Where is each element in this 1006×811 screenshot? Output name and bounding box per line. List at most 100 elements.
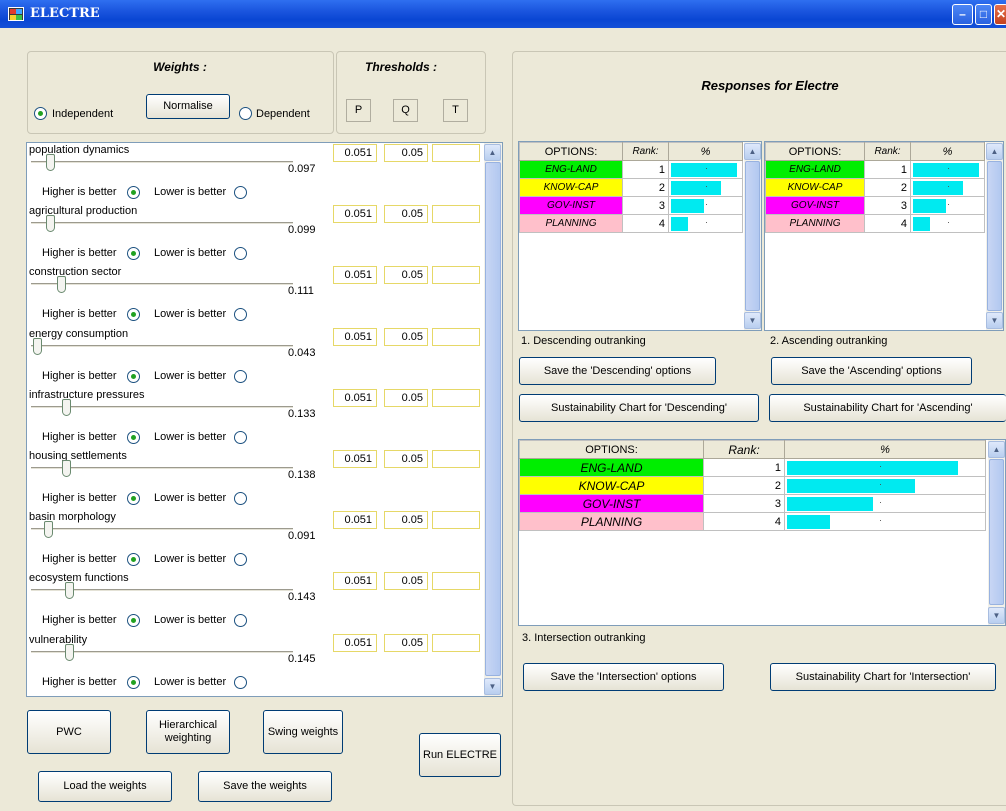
scroll-up-icon[interactable]: ▲ xyxy=(744,143,761,160)
criteria-scrollbar[interactable]: ▲ ▼ xyxy=(484,143,502,696)
threshold-p-input[interactable]: 0.051 xyxy=(333,388,377,407)
rank-value[interactable]: 1 xyxy=(864,160,911,179)
scroll-up-icon[interactable]: ▲ xyxy=(484,144,501,161)
swing-weights-button[interactable]: Swing weights xyxy=(263,710,343,754)
minimize-icon[interactable]: – xyxy=(952,4,973,25)
ascending-grid[interactable]: OPTIONS: Rank:% ENG-LAND 1 · KNOW-CAP 2 · GOV-IN… xyxy=(764,141,1004,331)
weight-slider-track[interactable] xyxy=(31,222,293,226)
threshold-q-input[interactable]: 0.05 xyxy=(384,327,428,346)
higher-is-better-radio[interactable] xyxy=(127,186,140,199)
ascending-scrollbar[interactable]: ▲ ▼ xyxy=(986,142,1003,330)
lower-is-better-radio[interactable] xyxy=(234,614,247,628)
threshold-p-input[interactable]: 0.051 xyxy=(333,266,377,285)
grid-row[interactable]: PLANNING 4 · xyxy=(765,214,985,233)
run-electre-button[interactable]: Run ELECTRE xyxy=(419,733,501,777)
threshold-p-input[interactable]: 0.051 xyxy=(333,144,377,162)
dependent-radio[interactable] xyxy=(239,107,252,120)
scroll-thumb[interactable] xyxy=(745,161,760,311)
scroll-thumb[interactable] xyxy=(987,161,1002,311)
lower-is-better-radio[interactable] xyxy=(234,308,247,322)
lower-is-better-radio[interactable] xyxy=(234,492,247,505)
rank-value[interactable]: 4 xyxy=(864,214,911,233)
threshold-p-input[interactable]: 0.051 xyxy=(333,205,377,224)
rank-value[interactable]: 1 xyxy=(622,160,669,179)
lower-is-better-radio[interactable] xyxy=(234,186,247,199)
grid-row[interactable]: GOV-INST 3 · xyxy=(765,196,985,215)
threshold-p-input[interactable]: 0.051 xyxy=(333,327,377,346)
threshold-q-input[interactable]: 0.05 xyxy=(384,633,428,652)
rank-value[interactable]: 4 xyxy=(622,214,669,233)
criteria-list[interactable]: population dynamics 0.097 0.051 0.05 Higher … xyxy=(26,142,503,697)
threshold-t-input[interactable] xyxy=(432,327,480,346)
grid-row[interactable]: ENG-LAND 1 · xyxy=(519,458,986,477)
chart-ascending-button[interactable]: Sustainability Chart for 'Ascending' xyxy=(769,394,1006,422)
higher-is-better-radio[interactable] xyxy=(127,430,140,444)
higher-is-better-radio[interactable] xyxy=(127,369,140,383)
save-ascending-button[interactable]: Save the 'Ascending' options xyxy=(771,357,972,385)
threshold-q-input[interactable]: 0.05 xyxy=(384,144,428,162)
scroll-down-icon[interactable]: ▼ xyxy=(744,312,761,329)
save-intersection-button[interactable]: Save the 'Intersection' options xyxy=(523,663,724,691)
threshold-p-input[interactable]: 0.051 xyxy=(333,450,377,468)
chart-descending-button[interactable]: Sustainability Chart for 'Descending' xyxy=(519,394,759,422)
weight-slider-thumb[interactable] xyxy=(46,154,56,171)
title-bar[interactable]: ELECTRE – □ ✕ xyxy=(0,0,1006,28)
higher-is-better-radio[interactable] xyxy=(127,675,140,689)
higher-is-better-radio[interactable] xyxy=(127,492,140,505)
threshold-t-input[interactable] xyxy=(432,633,480,652)
grid-row[interactable]: ENG-LAND 1 · xyxy=(765,160,985,179)
intersection-scrollbar[interactable]: ▲ ▼ xyxy=(988,440,1005,625)
scroll-up-icon[interactable]: ▲ xyxy=(986,143,1003,160)
grid-row[interactable]: GOV-INST 3 · xyxy=(519,494,986,513)
threshold-q-input[interactable]: 0.05 xyxy=(384,205,428,224)
weight-slider-track[interactable] xyxy=(31,528,293,532)
weight-slider-thumb[interactable] xyxy=(64,582,74,600)
lower-is-better-radio[interactable] xyxy=(234,247,247,261)
weight-slider-thumb[interactable] xyxy=(62,398,72,416)
weight-slider-track[interactable] xyxy=(31,283,293,287)
weight-slider-thumb[interactable] xyxy=(33,337,43,355)
lower-is-better-radio[interactable] xyxy=(234,675,247,689)
weight-slider-thumb[interactable] xyxy=(62,460,72,477)
higher-is-better-radio[interactable] xyxy=(127,308,140,322)
descending-grid[interactable]: OPTIONS: Rank:% ENG-LAND 1 · KNOW-CAP 2 · GOV-IN… xyxy=(518,141,762,331)
grid-row[interactable]: KNOW-CAP 2 · xyxy=(519,178,743,197)
threshold-t-input[interactable] xyxy=(432,266,480,285)
scroll-thumb[interactable] xyxy=(989,459,1004,605)
load-weights-button[interactable]: Load the weights xyxy=(38,771,172,802)
rank-value[interactable]: 2 xyxy=(703,476,785,495)
rank-value[interactable]: 2 xyxy=(864,178,911,197)
normalise-button[interactable]: Normalise xyxy=(146,94,230,119)
save-weights-button[interactable]: Save the weights xyxy=(198,771,332,802)
threshold-q-input[interactable]: 0.05 xyxy=(384,572,428,591)
rank-value[interactable]: 2 xyxy=(622,178,669,197)
weight-slider-thumb[interactable] xyxy=(56,276,66,294)
grid-row[interactable]: GOV-INST 3 · xyxy=(519,196,743,215)
threshold-q-input[interactable]: 0.05 xyxy=(384,450,428,468)
threshold-p-input[interactable]: 0.051 xyxy=(333,633,377,652)
weight-slider-thumb[interactable] xyxy=(43,521,53,539)
rank-value[interactable]: 4 xyxy=(703,512,785,531)
scroll-down-icon[interactable]: ▼ xyxy=(484,678,501,695)
intersection-grid[interactable]: OPTIONS: Rank:% ENG-LAND 1 · KNOW-CAP 2 · GOV-IN… xyxy=(518,439,1006,626)
rank-value[interactable]: 3 xyxy=(864,196,911,215)
pwc-button[interactable]: PWC xyxy=(27,710,111,754)
threshold-t-input[interactable] xyxy=(432,205,480,224)
threshold-t-input[interactable] xyxy=(432,450,480,468)
independent-radio[interactable] xyxy=(34,107,47,120)
weight-slider-track[interactable] xyxy=(31,161,293,164)
chart-intersection-button[interactable]: Sustainability Chart for 'Intersection' xyxy=(770,663,996,691)
rank-value[interactable]: 3 xyxy=(703,494,785,513)
hierarchical-weighting-button[interactable]: Hierarchical weighting xyxy=(146,710,230,754)
scroll-down-icon[interactable]: ▼ xyxy=(988,607,1005,624)
grid-row[interactable]: KNOW-CAP 2 · xyxy=(765,178,985,197)
threshold-t-input[interactable] xyxy=(432,144,480,162)
lower-is-better-radio[interactable] xyxy=(234,553,247,567)
threshold-p-input[interactable]: 0.051 xyxy=(333,511,377,530)
threshold-t-input[interactable] xyxy=(432,572,480,591)
threshold-q-input[interactable]: 0.05 xyxy=(384,511,428,530)
grid-row[interactable]: PLANNING 4 · xyxy=(519,214,743,233)
weight-slider-thumb[interactable] xyxy=(46,215,56,233)
threshold-t-input[interactable] xyxy=(432,388,480,407)
weight-slider-thumb[interactable] xyxy=(64,643,74,661)
